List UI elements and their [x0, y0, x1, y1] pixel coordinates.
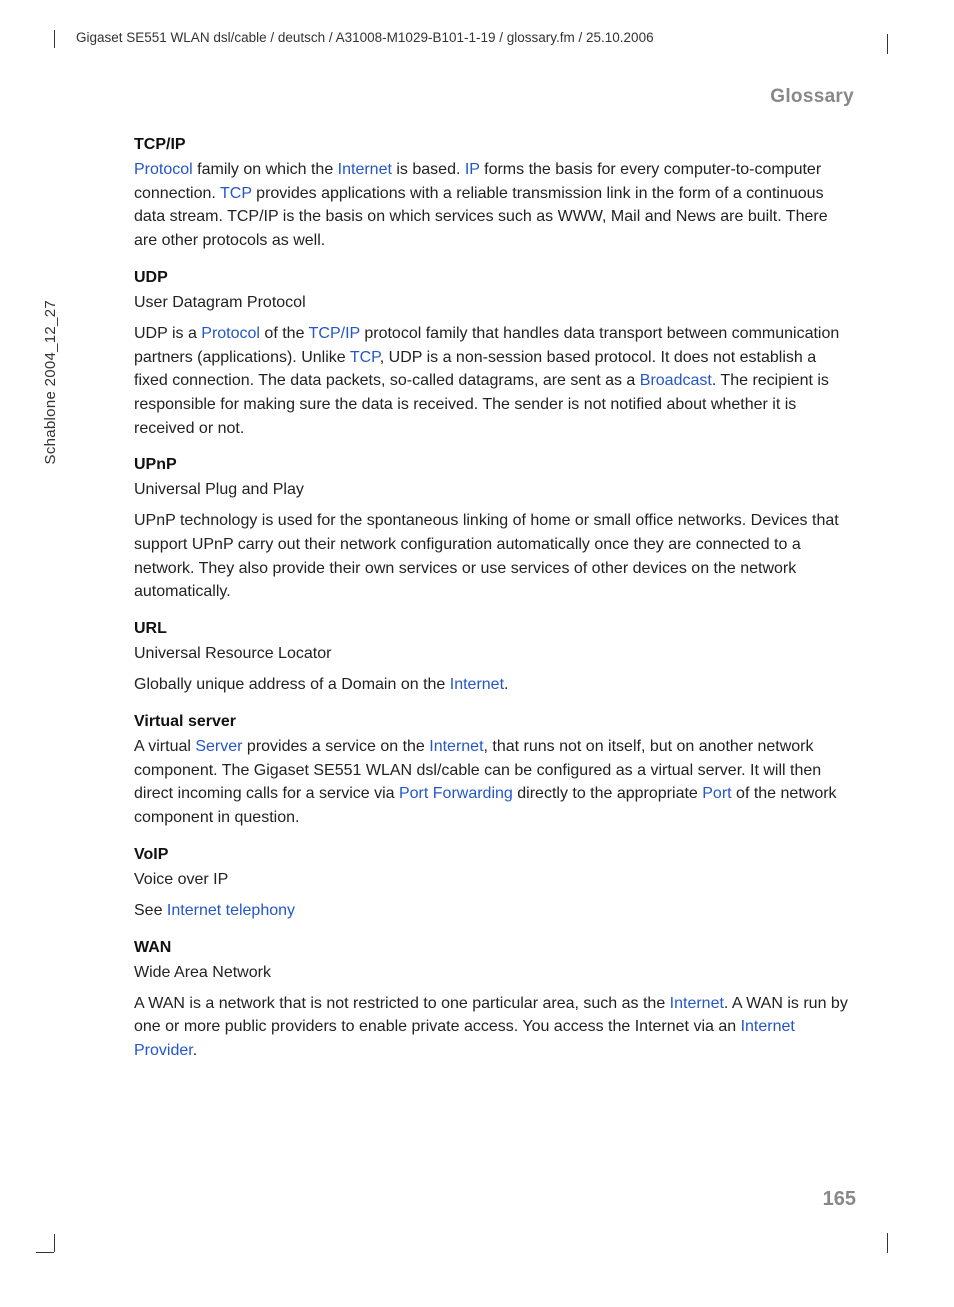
- text: is based.: [392, 161, 465, 178]
- link-broadcast[interactable]: Broadcast: [640, 372, 712, 389]
- text: of the: [260, 325, 309, 342]
- glossary-def: UPnP technology is used for the spontane…: [134, 509, 854, 604]
- glossary-term-udp: UDP: [134, 269, 854, 287]
- text: A virtual: [134, 738, 195, 755]
- link-internet[interactable]: Internet: [338, 161, 392, 178]
- glossary-subterm: Wide Area Network: [134, 961, 854, 984]
- text: .: [193, 1042, 197, 1059]
- link-server[interactable]: Server: [195, 738, 242, 755]
- glossary-term-tcpip: TCP/IP: [134, 136, 854, 154]
- glossary-def: Globally unique address of a Domain on t…: [134, 673, 854, 697]
- link-tcp[interactable]: TCP: [220, 185, 252, 202]
- text: directly to the appropriate: [513, 785, 702, 802]
- glossary-def: A WAN is a network that is not restricte…: [134, 992, 854, 1063]
- text: See: [134, 902, 167, 919]
- text: Globally unique address of a Domain on t…: [134, 676, 450, 693]
- page-content: Glossary TCP/IP Protocol family on which…: [134, 80, 854, 1073]
- link-internet[interactable]: Internet: [429, 738, 483, 755]
- glossary-subterm: Universal Plug and Play: [134, 478, 854, 501]
- text: .: [504, 676, 508, 693]
- link-tcp[interactable]: TCP: [350, 349, 380, 366]
- text: A WAN is a network that is not restricte…: [134, 995, 670, 1012]
- template-version: Schablone 2004_12_27: [42, 300, 59, 464]
- glossary-term-voip: VoIP: [134, 846, 854, 864]
- link-port[interactable]: Port: [702, 785, 731, 802]
- link-ip[interactable]: IP: [465, 161, 480, 178]
- link-internet-telephony[interactable]: Internet telephony: [167, 902, 295, 919]
- glossary-term-wan: WAN: [134, 939, 854, 957]
- crop-mark: [36, 1252, 54, 1253]
- glossary-term-url: URL: [134, 620, 854, 638]
- glossary-def: UDP is a Protocol of the TCP/IP protocol…: [134, 322, 854, 440]
- link-port-forwarding[interactable]: Port Forwarding: [399, 785, 513, 802]
- link-protocol[interactable]: Protocol: [201, 325, 260, 342]
- page-title: Glossary: [134, 86, 854, 108]
- crop-mark: [887, 34, 888, 54]
- glossary-subterm: Voice over IP: [134, 868, 854, 891]
- header-path: Gigaset SE551 WLAN dsl/cable / deutsch /…: [76, 30, 654, 45]
- text: UDP is a: [134, 325, 201, 342]
- link-protocol[interactable]: Protocol: [134, 161, 193, 178]
- glossary-def: See Internet telephony: [134, 899, 854, 923]
- text: provides a service on the: [242, 738, 429, 755]
- page-number: 165: [823, 1188, 856, 1211]
- glossary-term-upnp: UPnP: [134, 456, 854, 474]
- glossary-subterm: Universal Resource Locator: [134, 642, 854, 665]
- link-internet[interactable]: Internet: [450, 676, 504, 693]
- crop-mark: [887, 1233, 888, 1253]
- link-internet[interactable]: Internet: [670, 995, 724, 1012]
- text: family on which the: [193, 161, 338, 178]
- glossary-def: Protocol family on which the Internet is…: [134, 158, 854, 253]
- glossary-subterm: User Datagram Protocol: [134, 291, 854, 314]
- glossary-def: A virtual Server provides a service on t…: [134, 735, 854, 830]
- link-tcpip[interactable]: TCP/IP: [309, 325, 360, 342]
- glossary-term-virtual-server: Virtual server: [134, 713, 854, 731]
